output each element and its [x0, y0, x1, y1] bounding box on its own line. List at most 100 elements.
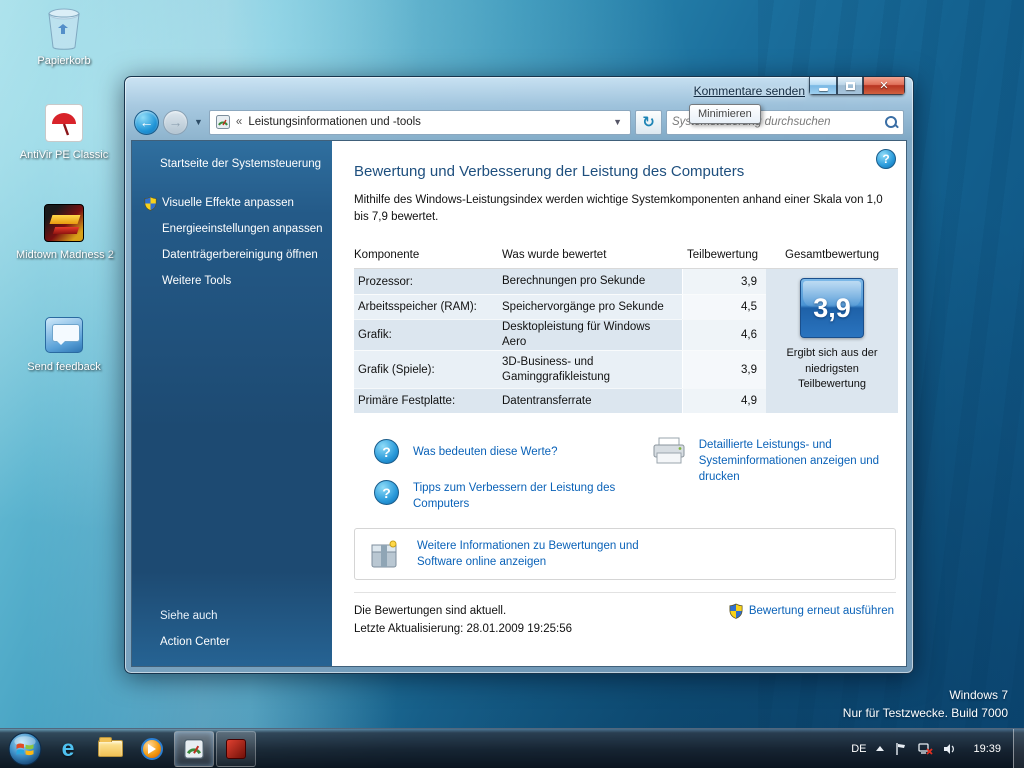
component-name: Primäre Festplatte:: [354, 395, 502, 407]
taskbar-media-player[interactable]: [132, 729, 172, 768]
refresh-button[interactable]: ↻: [635, 110, 662, 135]
link-row-what-values: ? Was bedeuten diese Werte?: [374, 439, 651, 464]
sidebar-item-label: Visuelle Effekte anpassen: [162, 197, 294, 209]
desktop-icon-recycle-bin[interactable]: Papierkorb: [16, 6, 112, 67]
table-row: Primäre Festplatte: Datentransferrate 4,…: [354, 388, 766, 413]
desktop-icon-label: Send feedback: [16, 361, 112, 373]
sidebar-item-visual-effects[interactable]: Visuelle Effekte anpassen: [132, 196, 332, 211]
desktop-icon-label: Midtown Madness 2: [16, 249, 112, 261]
media-player-icon: [141, 738, 163, 760]
minimize-button[interactable]: [809, 77, 837, 95]
performance-tools-icon: [184, 739, 204, 759]
header-assessed: Was wurde bewertet: [502, 249, 682, 261]
desktop: Papierkorb AntiVir PE Classic Midtown Ma…: [0, 0, 1024, 768]
maximize-icon: [846, 82, 855, 90]
desktop-icon-antivir[interactable]: AntiVir PE Classic: [16, 100, 112, 161]
table-row: Grafik: Desktopleistung für Windows Aero…: [354, 319, 766, 350]
back-button[interactable]: ←: [134, 110, 159, 135]
question-mark-icon: ?: [374, 439, 399, 464]
link-row-detailed: Detaillierte Leistungs- und Systeminform…: [651, 437, 898, 512]
forward-button[interactable]: →: [163, 110, 188, 135]
action-center-flag-icon[interactable]: [894, 742, 908, 756]
recent-pages-dropdown[interactable]: ▼: [192, 117, 205, 127]
send-feedback-icon: [16, 312, 112, 358]
sidebar-item-label: Datenträgerbereinigung öffnen: [162, 249, 318, 261]
component-assessed: Berechnungen pro Sekunde: [502, 274, 682, 289]
component-name: Prozessor:: [354, 276, 502, 288]
more-info-link[interactable]: Weitere Informationen zu Bewertungen und…: [417, 538, 647, 570]
breadcrumb-overflow[interactable]: «: [236, 116, 242, 128]
folder-icon: [98, 740, 123, 757]
component-score: 4,6: [682, 320, 766, 350]
component-assessed: Desktopleistung für Windows Aero: [502, 320, 682, 350]
breadcrumb[interactable]: Leistungsinformationen und -tools: [248, 116, 421, 128]
status-row: Die Bewertungen sind aktuell. Letzte Akt…: [354, 592, 896, 639]
sidebar-item-control-panel-home[interactable]: Startseite der Systemsteuerung: [132, 141, 332, 172]
taskbar-internet-explorer[interactable]: e: [48, 729, 88, 768]
rerun-assessment-link[interactable]: Bewertung erneut ausführen: [749, 603, 894, 619]
component-assessed: 3D-Business- und Gaminggrafikleistung: [502, 355, 682, 385]
detailed-info-link[interactable]: Detaillierte Leistungs- und Systeminform…: [699, 437, 895, 485]
windows-orb-icon: [8, 732, 42, 766]
help-button[interactable]: ?: [876, 149, 896, 169]
language-indicator[interactable]: DE: [851, 743, 866, 755]
desktop-icon-label: AntiVir PE Classic: [16, 149, 112, 161]
midtown-madness-icon: [16, 200, 112, 246]
minimize-icon: [819, 88, 828, 91]
component-score: 3,9: [682, 351, 766, 388]
titlebar[interactable]: Kommentare senden ✕ Minimieren: [125, 77, 913, 105]
header-subscore: Teilbewertung: [682, 249, 766, 261]
taskbar-performance-tools[interactable]: [174, 731, 214, 767]
component-name: Arbeitsspeicher (RAM):: [354, 301, 502, 313]
sidebar-item-action-center[interactable]: Action Center: [132, 635, 332, 650]
base-score-badge: 3,9: [800, 278, 864, 338]
uac-shield-icon: [144, 196, 157, 216]
intro-text: Mithilfe des Windows-Leistungsindex werd…: [354, 192, 898, 225]
link-row-tips: ? Tipps zum Verbessern der Leistung des …: [374, 480, 651, 512]
close-icon: ✕: [879, 79, 888, 92]
component-score: 3,9: [682, 269, 766, 294]
base-score-caption: Ergibt sich aus der niedrigsten Teilbewe…: [766, 346, 898, 402]
help-icon: ?: [882, 152, 889, 166]
see-also-header: Siehe auch: [132, 610, 332, 622]
send-comments-link[interactable]: Kommentare senden: [694, 84, 805, 98]
taskbar-windows-explorer[interactable]: [90, 729, 130, 768]
desktop-icon-midtown-madness[interactable]: Midtown Madness 2: [16, 200, 112, 261]
clock[interactable]: 19:39: [967, 743, 1007, 755]
base-score-value: 3,9: [813, 293, 851, 324]
taskbar: e DE: [0, 728, 1024, 768]
minimize-tooltip: Minimieren: [689, 104, 761, 124]
more-info-box[interactable]: Weitere Informationen zu Bewertungen und…: [354, 528, 896, 580]
taskbar-running-app[interactable]: [216, 731, 256, 767]
address-dropdown-arrow[interactable]: ▼: [611, 117, 624, 127]
address-bar[interactable]: « Leistungsinformationen und -tools ▼: [209, 110, 631, 135]
main-content: ? Bewertung und Verbesserung der Leistun…: [332, 141, 906, 666]
recycle-bin-icon: [16, 6, 112, 52]
start-button[interactable]: [4, 729, 46, 768]
volume-icon[interactable]: [943, 742, 957, 756]
network-icon[interactable]: [918, 742, 933, 756]
what-values-link[interactable]: Was bedeuten diese Werte?: [413, 444, 623, 460]
desktop-icon-send-feedback[interactable]: Send feedback: [16, 312, 112, 373]
sidebar-item-disk-cleanup[interactable]: Datenträgerbereinigung öffnen: [132, 248, 332, 263]
component-assessed: Datentransferrate: [502, 394, 682, 409]
show-hidden-icons-chevron[interactable]: [876, 746, 884, 751]
watermark-line2: Nur für Testzwecke. Build 7000: [843, 704, 1008, 722]
uac-shield-icon: [729, 603, 743, 622]
question-mark-icon: ?: [374, 480, 399, 505]
sidebar-item-advanced-tools[interactable]: Weitere Tools: [132, 274, 332, 289]
table-header: Komponente Was wurde bewertet Teilbewert…: [354, 249, 898, 269]
show-desktop-button[interactable]: [1013, 729, 1024, 768]
component-score: 4,9: [682, 389, 766, 413]
close-button[interactable]: ✕: [863, 77, 905, 95]
header-base-score: Gesamtbewertung: [766, 249, 898, 261]
tips-link[interactable]: Tipps zum Verbessern der Leistung des Co…: [413, 480, 623, 512]
sidebar-item-power-settings[interactable]: Energieeinstellungen anpassen: [132, 222, 332, 237]
search-icon: [884, 115, 898, 129]
desktop-icon-label: Papierkorb: [16, 55, 112, 67]
sidebar-item-label: Energieeinstellungen anpassen: [162, 223, 322, 235]
rerun-assessment[interactable]: Bewertung erneut ausführen: [729, 603, 896, 639]
performance-tools-window: Kommentare senden ✕ Minimieren ← → ▼ « L…: [124, 76, 914, 674]
maximize-button[interactable]: [837, 77, 863, 95]
table-row: Prozessor: Berechnungen pro Sekunde 3,9: [354, 269, 766, 294]
